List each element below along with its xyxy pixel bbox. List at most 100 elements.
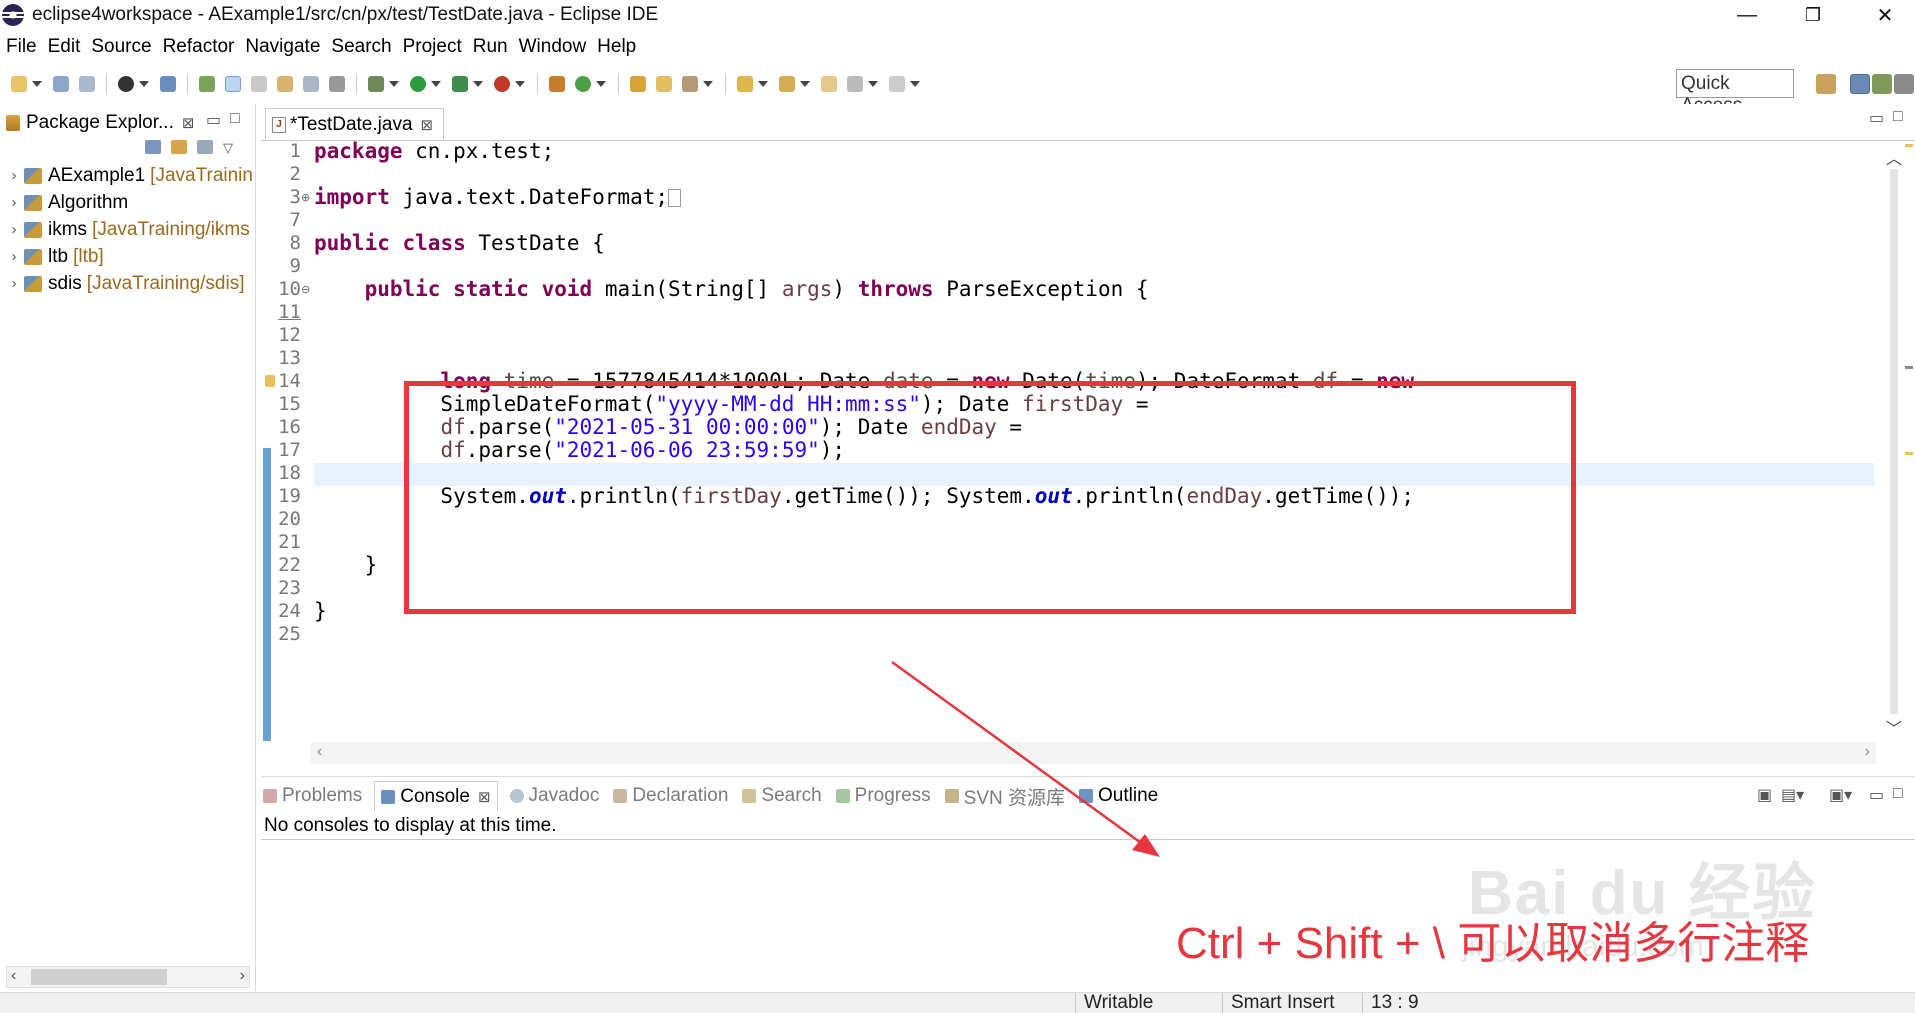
- tree-item-algorithm[interactable]: › Algorithm: [0, 189, 256, 216]
- scroll-left-icon[interactable]: ‹: [317, 743, 322, 761]
- toggle-edit-icon[interactable]: [225, 76, 241, 92]
- debug-perspective-icon[interactable]: [1872, 74, 1892, 94]
- run-icon[interactable]: [410, 76, 426, 92]
- quick-access-field[interactable]: Quick Access: [1676, 69, 1794, 116]
- view-menu-icon[interactable]: ▽: [223, 140, 239, 155]
- overview-warning-mark[interactable]: [1905, 144, 1913, 147]
- previous-annotation-dropdown-icon[interactable]: [800, 81, 810, 87]
- menu-refactor[interactable]: Refactor: [163, 36, 235, 58]
- java-perspective-icon[interactable]: [1850, 74, 1870, 94]
- open-type-icon[interactable]: [630, 76, 646, 92]
- focus-icon[interactable]: [197, 140, 213, 154]
- menu-source[interactable]: Source: [91, 36, 151, 58]
- minimize-editor-icon[interactable]: ▭: [1869, 108, 1884, 128]
- tree-item-ikms[interactable]: › ikms [JavaTraining/ikms: [0, 216, 256, 243]
- tree-item-aexample1[interactable]: › AExample1 [JavaTrainin: [0, 162, 256, 189]
- debug-dropdown-icon[interactable]: [389, 81, 399, 87]
- svn-icon[interactable]: [118, 76, 134, 92]
- last-edit-location-icon[interactable]: [821, 76, 837, 92]
- menu-project[interactable]: Project: [403, 36, 462, 58]
- tab-problems[interactable]: Problems: [261, 785, 364, 807]
- svn-dropdown-icon[interactable]: [139, 81, 149, 87]
- external-tools-icon[interactable]: [494, 76, 510, 92]
- scroll-right-icon[interactable]: ›: [240, 967, 245, 985]
- save-icon[interactable]: [53, 76, 69, 92]
- coverage-icon[interactable]: [452, 76, 468, 92]
- tab-progress[interactable]: Progress: [834, 785, 933, 807]
- close-button[interactable]: ✕: [1850, 0, 1915, 30]
- forward-icon[interactable]: [889, 76, 905, 92]
- toggle-mark-occurrences-icon[interactable]: [199, 76, 215, 92]
- next-annotation-dropdown-icon[interactable]: [758, 81, 768, 87]
- new-class-dropdown-icon[interactable]: [596, 81, 606, 87]
- open-perspective-icon[interactable]: [1816, 74, 1836, 94]
- menu-search[interactable]: Search: [331, 36, 391, 58]
- scroll-up-icon[interactable]: ︿: [1886, 145, 1902, 169]
- back-icon[interactable]: [847, 76, 863, 92]
- debug-icon[interactable]: [368, 76, 384, 92]
- menu-edit[interactable]: Edit: [48, 36, 81, 58]
- block-selection-icon[interactable]: [251, 76, 267, 92]
- fold-expand-icon[interactable]: ⊕: [301, 191, 310, 204]
- new-icon[interactable]: [11, 76, 27, 92]
- expand-arrow-icon[interactable]: ›: [4, 275, 24, 292]
- open-console-icon[interactable]: ▣: [1757, 785, 1772, 805]
- tab-outline[interactable]: Outline: [1077, 785, 1160, 807]
- back-dropdown-icon[interactable]: [868, 81, 878, 87]
- fold-collapse-icon[interactable]: ⊖: [301, 283, 310, 296]
- overview-warning-mark[interactable]: [1905, 452, 1913, 455]
- scroll-left-icon[interactable]: ‹: [11, 967, 16, 985]
- show-whitespace-icon[interactable]: [303, 76, 319, 92]
- minimize-view-icon[interactable]: ▭: [206, 110, 221, 130]
- expand-arrow-icon[interactable]: ›: [4, 194, 24, 211]
- tab-console[interactable]: Console ⊠: [374, 781, 498, 811]
- coverage-dropdown-icon[interactable]: [473, 81, 483, 87]
- tab-declaration[interactable]: Declaration: [611, 785, 730, 807]
- run-dropdown-icon[interactable]: [431, 81, 441, 87]
- menu-file[interactable]: File: [6, 36, 37, 58]
- expand-arrow-icon[interactable]: ›: [4, 248, 24, 265]
- expand-arrow-icon[interactable]: ›: [4, 221, 24, 238]
- minimize-button[interactable]: —: [1712, 0, 1782, 30]
- display-console-icon[interactable]: ▤▾: [1781, 785, 1804, 805]
- close-tab-icon[interactable]: ⊠: [421, 116, 434, 134]
- link-with-editor-icon[interactable]: [171, 140, 187, 154]
- collapse-all-icon[interactable]: [145, 140, 161, 154]
- open-folder-icon[interactable]: [656, 76, 672, 92]
- maximize-view-icon[interactable]: □: [230, 110, 240, 128]
- previous-annotation-icon[interactable]: [779, 76, 795, 92]
- new-java-package-icon[interactable]: [549, 76, 565, 92]
- next-annotation-icon[interactable]: [737, 76, 753, 92]
- maximize-view-icon[interactable]: □: [1893, 785, 1903, 803]
- menu-run[interactable]: Run: [473, 36, 508, 58]
- close-tab-icon[interactable]: ⊠: [182, 114, 195, 132]
- svn-perspective-icon[interactable]: [1894, 74, 1914, 94]
- paragraph-icon[interactable]: [329, 76, 345, 92]
- scrollbar-track[interactable]: [1890, 169, 1898, 714]
- word-wrap-icon[interactable]: [277, 76, 293, 92]
- scroll-right-icon[interactable]: ›: [1865, 743, 1870, 761]
- skip-breakpoints-icon[interactable]: [160, 76, 176, 92]
- new-dropdown-icon[interactable]: [32, 81, 42, 87]
- maximize-editor-icon[interactable]: □: [1893, 108, 1903, 126]
- editor-vertical-scrollbar[interactable]: ︿ ﹀: [1876, 141, 1915, 741]
- scroll-down-icon[interactable]: ﹀: [1886, 715, 1902, 739]
- save-all-icon[interactable]: [79, 76, 95, 92]
- search-dropdown-icon[interactable]: [703, 81, 713, 87]
- horizontal-scrollbar[interactable]: ‹ ›: [6, 966, 250, 988]
- menu-navigate[interactable]: Navigate: [245, 36, 320, 58]
- tab-svn-repositories[interactable]: SVN 资源库: [943, 783, 1067, 810]
- package-explorer-tab[interactable]: Package Explor... ⊠: [6, 108, 194, 138]
- scrollbar-thumb[interactable]: [31, 969, 167, 985]
- search-tool-icon[interactable]: [682, 76, 698, 92]
- restore-button[interactable]: ❐: [1778, 0, 1848, 30]
- overview-mark[interactable]: [1905, 366, 1913, 369]
- external-tools-dropdown-icon[interactable]: [515, 81, 525, 87]
- editor-tab-testdate[interactable]: J *TestDate.java ⊠: [265, 108, 445, 140]
- forward-dropdown-icon[interactable]: [910, 81, 920, 87]
- editor-horizontal-scrollbar[interactable]: ‹ ›: [311, 742, 1876, 764]
- tree-item-ltb[interactable]: › ltb [ltb]: [0, 243, 256, 270]
- tree-item-sdis[interactable]: › sdis [JavaTraining/sdis]: [0, 270, 256, 297]
- menu-help[interactable]: Help: [597, 36, 636, 58]
- warning-marker-icon[interactable]: [265, 375, 275, 387]
